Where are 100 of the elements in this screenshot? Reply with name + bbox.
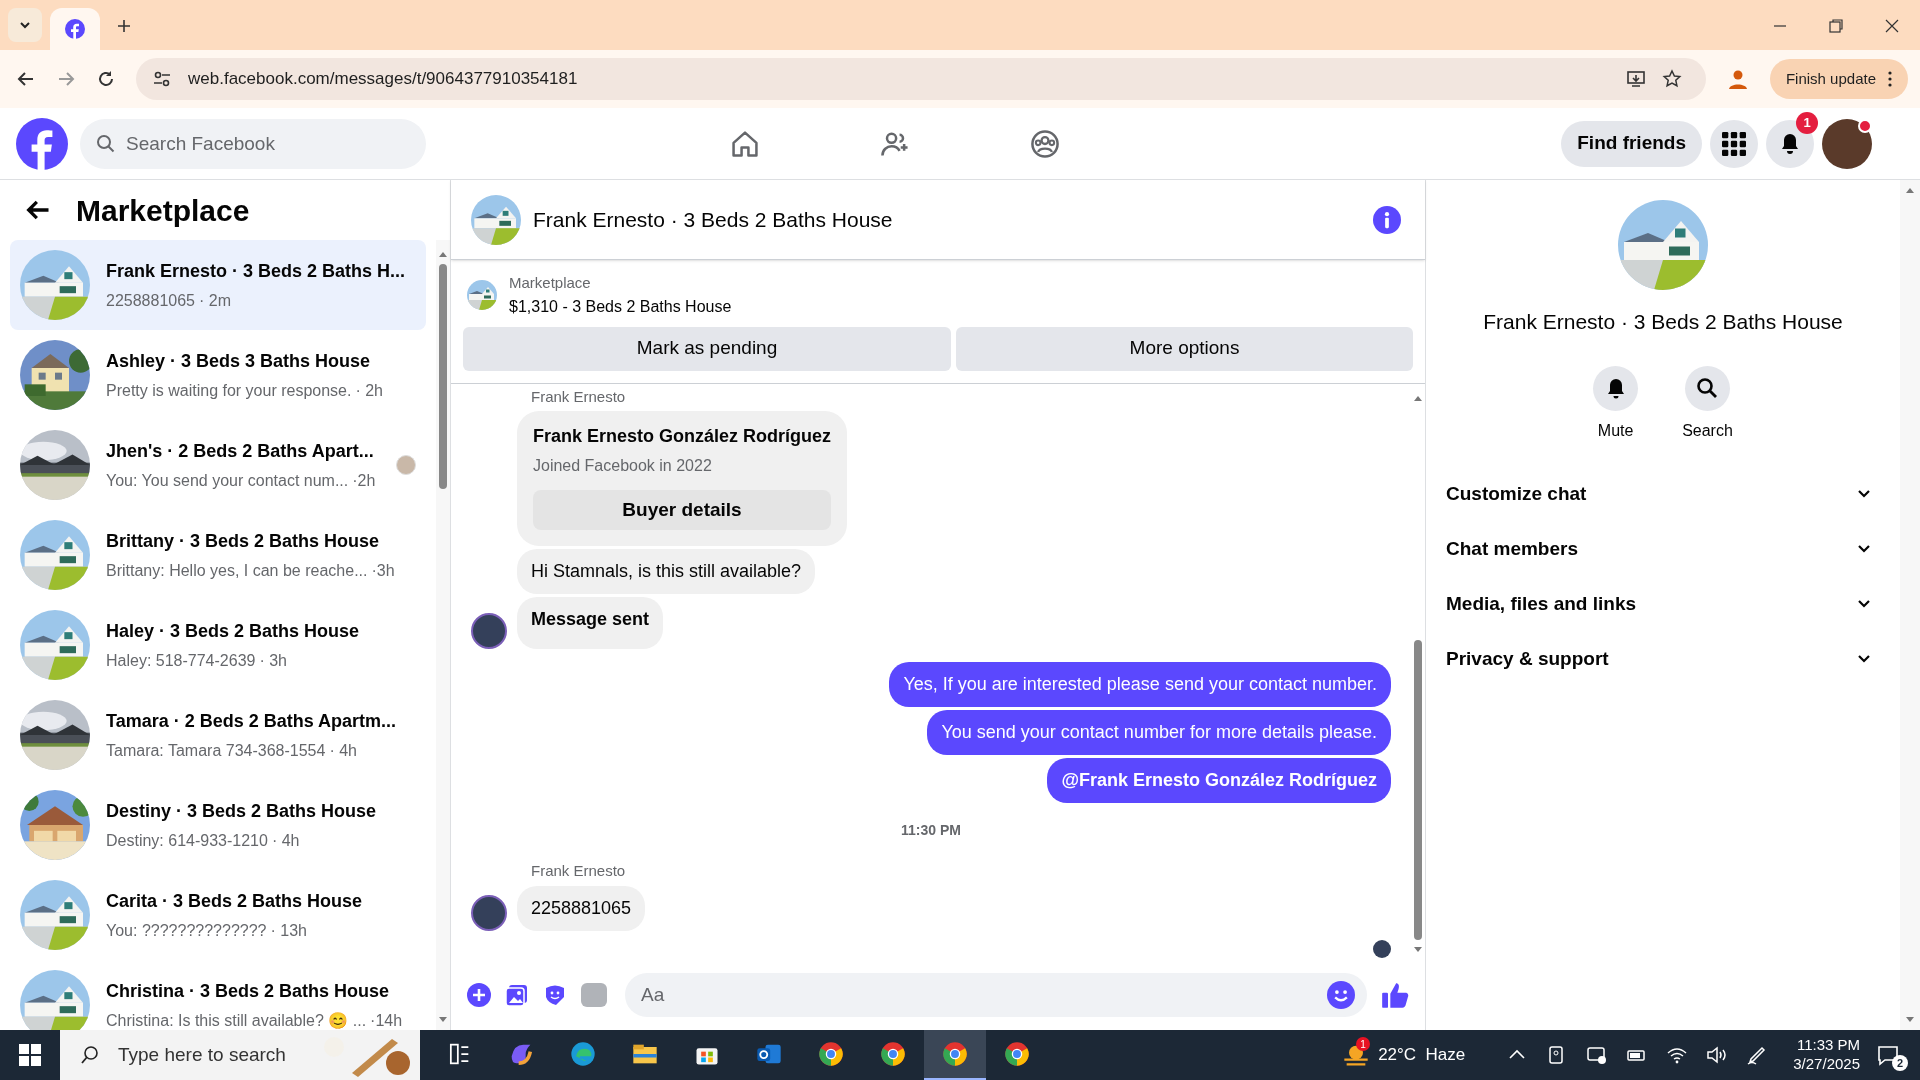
clock-time[interactable]: 11:33 PM: [1796, 1036, 1860, 1055]
chrome-icon: [1003, 1040, 1031, 1068]
details-section[interactable]: Customize chat: [1446, 466, 1880, 522]
chrome-icon: [941, 1040, 969, 1068]
photo-icon[interactable]: [505, 983, 529, 1007]
thumbs-up-icon[interactable]: [1381, 981, 1409, 1009]
browser-tab[interactable]: [50, 8, 100, 50]
plus-icon[interactable]: [467, 983, 491, 1007]
groups-icon: [1029, 127, 1061, 160]
close-icon[interactable]: [1884, 18, 1900, 34]
conversation-item[interactable]: Jhen's · 2 Beds 2 Baths Apart... You: You send your contact num... ·2h: [10, 420, 426, 510]
caret-icon: [19, 19, 31, 31]
search-field[interactable]: Search Facebook: [80, 118, 426, 169]
conversation-title: Ashley · 3 Beds 3 Baths House: [106, 349, 372, 373]
profile-avatar[interactable]: [1822, 118, 1872, 169]
facebook-logo-icon: [65, 19, 85, 39]
new-tab-icon[interactable]: [116, 18, 132, 34]
conversation-item[interactable]: Frank Ernesto · 3 Beds 2 Baths H... 2258881065 · 2m: [10, 240, 426, 330]
conversation-item[interactable]: Carita · 3 Beds 2 Baths House You: ?????????????? · 13h: [10, 870, 426, 960]
conversation-title: Haley · 3 Beds 2 Baths House: [106, 619, 361, 643]
message-preview: Christina: Is this still available? 😊 ...: [106, 1010, 367, 1030]
listing-name: $1,310 - 3 Beds 2 Baths House: [509, 296, 732, 317]
message-preview: You: You send your contact num...: [106, 470, 349, 491]
sender-name: Frank Ernesto: [531, 861, 627, 881]
bookmark-star-icon[interactable]: [1661, 69, 1682, 89]
message-bubble: Message sent: [517, 597, 664, 649]
action-button[interactable]: More options: [956, 326, 1413, 371]
timestamp: ·14h: [370, 1010, 403, 1030]
message-bubble: 2258881065: [517, 885, 646, 931]
search-icon: [80, 1045, 100, 1065]
timestamp: · 4h: [271, 830, 300, 851]
notifications-button[interactable]: [1766, 119, 1814, 168]
message-preview: Brittany: Hello yes, I can be reache...: [106, 560, 368, 581]
action-button[interactable]: Mark as pending: [463, 326, 951, 371]
message-bubble: You send your contact number for more details please.: [927, 710, 1391, 755]
conversation-title: Carita · 3 Beds 2 Baths House: [106, 889, 364, 913]
conversation-title: Jhen's · 2 Beds 2 Baths Apart...: [106, 439, 375, 463]
edge-icon: [569, 1040, 597, 1068]
message-field[interactable]: Aa: [625, 973, 1367, 1017]
conversation-title: Brittany · 3 Beds 2 Baths House: [106, 529, 381, 553]
message-preview: Destiny: 614-933-1210: [106, 830, 268, 851]
message-preview: Haley: 518-774-2639: [106, 650, 256, 671]
timestamp: · 13h: [270, 920, 307, 941]
buyer-details-button[interactable]: Buyer details: [533, 490, 832, 530]
conversation-item[interactable]: Destiny · 3 Beds 2 Baths House Destiny: 614-933-1210 · 4h: [10, 780, 426, 870]
info-icon[interactable]: [1373, 205, 1401, 234]
find-friends-button[interactable]: Find friends: [1561, 120, 1702, 167]
conversation-item[interactable]: Haley · 3 Beds 2 Baths House Haley: 518-774-2639 · 3h: [10, 600, 426, 690]
time-divider: 11:30 PM: [901, 821, 961, 840]
taskbar-search-field[interactable]: Type here to search: [60, 1030, 420, 1080]
timestamp: ·3h: [371, 560, 395, 581]
windows-start-icon[interactable]: [19, 1044, 41, 1066]
conversation-title: Tamara · 2 Beds 2 Baths Apartm...: [106, 709, 398, 733]
message-bubble: Hi Stamnals, is this still available?: [517, 549, 816, 594]
address-bar[interactable]: web.facebook.com/messages/t/9064377910354181: [136, 58, 1706, 100]
sidebar-title: Marketplace: [76, 192, 250, 229]
conversation-title: Frank Ernesto · 3 Beds 2 Baths H...: [106, 259, 407, 283]
update-button[interactable]: Finish update: [1769, 59, 1908, 99]
scrollbar-thumb[interactable]: [1414, 640, 1422, 940]
details-title: Frank Ernesto · 3 Beds 2 Baths House: [1483, 309, 1843, 335]
message-preview: 2258881065: [106, 290, 195, 311]
timestamp: ·2h: [352, 470, 376, 491]
timestamp: · 3h: [259, 650, 287, 671]
more-icon: [1888, 71, 1892, 87]
scrollbar-thumb[interactable]: [439, 264, 447, 489]
notification-count: 2: [1892, 1055, 1908, 1071]
timestamp: · 2h: [355, 380, 383, 401]
menu-grid-icon: [1722, 131, 1746, 156]
conversation-title: Christina · 3 Beds 2 Baths House: [106, 979, 391, 1003]
sticker-icon[interactable]: [543, 983, 567, 1007]
read-receipt-avatar: [1373, 939, 1391, 958]
emoji-icon[interactable]: [1327, 981, 1355, 1009]
details-section[interactable]: Media, files and links: [1446, 576, 1880, 632]
url-text: web.facebook.com/messages/t/9064377910354181: [188, 68, 579, 91]
message-preview: Pretty is waiting for your response.: [106, 380, 352, 401]
menu-button[interactable]: [1710, 119, 1758, 168]
message-preview: You: ??????????????: [106, 920, 267, 941]
message-bubble: Yes, If you are interested please send your contact number.: [889, 662, 1391, 707]
message-bubble: @Frank Ernesto González Rodríguez: [1047, 758, 1391, 803]
listing-label: Marketplace: [509, 273, 592, 293]
reload-icon[interactable]: [96, 69, 116, 89]
conversation-item[interactable]: Brittany · 3 Beds 2 Baths House Brittany: Hello yes, I can be reache... ·3h: [10, 510, 426, 600]
facebook-logo-icon[interactable]: [16, 117, 68, 170]
weather-text[interactable]: 22°C Haze: [1378, 1042, 1466, 1068]
chrome-icon: [879, 1040, 907, 1068]
weather-badge: 1: [1356, 1037, 1371, 1051]
clock-date[interactable]: 3/27/2025: [1793, 1055, 1860, 1074]
site-settings-icon[interactable]: [152, 69, 172, 89]
tab-list-button[interactable]: [8, 8, 42, 42]
timestamp: · 2m: [199, 290, 231, 311]
sender-name: Frank Ernesto: [531, 386, 627, 407]
chrome-icon: [817, 1040, 845, 1068]
restore-icon[interactable]: [1828, 18, 1844, 34]
install-app-icon[interactable]: [1625, 69, 1646, 89]
conversation-item[interactable]: Ashley · 3 Beds 3 Baths House Pretty is waiting for your response. · 2h: [10, 330, 426, 420]
message-preview: Tamara: Tamara 734-368-1554: [106, 740, 326, 761]
search-icon: [96, 133, 116, 154]
conversation-item[interactable]: Tamara · 2 Beds 2 Baths Apartm... Tamara: Tamara 734-368-1554 · 4h: [10, 690, 426, 780]
details-section[interactable]: Privacy & support: [1446, 631, 1880, 687]
details-section[interactable]: Chat members: [1446, 521, 1880, 577]
